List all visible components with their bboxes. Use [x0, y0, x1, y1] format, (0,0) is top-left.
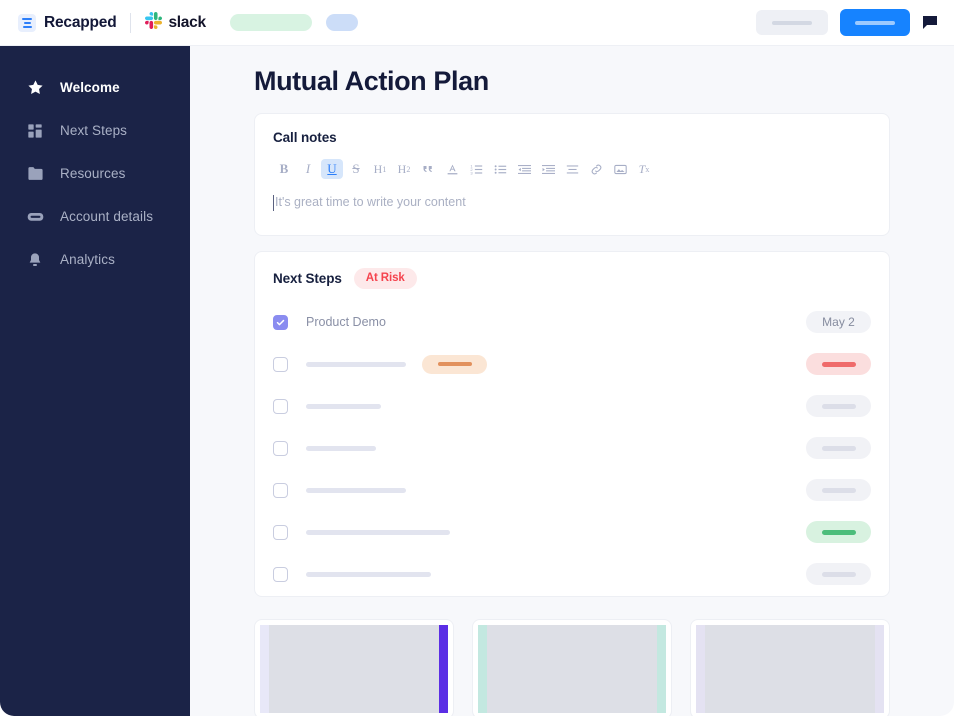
top-bar: Recapped slack: [0, 0, 954, 46]
sidebar-item-label: Analytics: [60, 252, 115, 267]
next-steps-header: Next Steps At Risk: [273, 268, 871, 289]
next-steps-card: Next Steps At Risk Product Demo May 2: [254, 251, 890, 597]
row-placeholder-bar: [306, 403, 381, 409]
table-row[interactable]: [273, 343, 871, 385]
row-status-pill[interactable]: [806, 479, 871, 501]
preview-tile-1[interactable]: [254, 619, 454, 716]
sidebar-item-resources[interactable]: Resources: [0, 152, 190, 195]
align-icon[interactable]: [561, 159, 583, 179]
preview-tiles: [254, 619, 890, 716]
grid-icon: [26, 122, 44, 140]
row-checkbox[interactable]: [273, 524, 288, 540]
sidebar-item-label: Next Steps: [60, 123, 128, 138]
row-placeholder-bar: [306, 487, 406, 493]
link-icon[interactable]: [585, 159, 607, 179]
chat-bubble-icon[interactable]: [922, 15, 938, 31]
row-checkbox[interactable]: [273, 482, 288, 498]
call-notes-title: Call notes: [273, 130, 337, 145]
sidebar-item-welcome[interactable]: Welcome: [0, 66, 190, 109]
outdent-icon[interactable]: [513, 159, 535, 179]
underline-button[interactable]: U: [321, 159, 343, 179]
status-badge: At Risk: [353, 268, 417, 289]
sidebar-item-label: Account details: [60, 209, 154, 224]
brand-name: Recapped: [44, 13, 117, 31]
recapped-logo-icon: [18, 13, 36, 32]
table-row[interactable]: [273, 511, 871, 553]
placeholder-pill-green: [229, 14, 312, 31]
row-status-pill[interactable]: [806, 353, 871, 375]
top-bar-actions: [756, 9, 938, 36]
sidebar-item-account-details[interactable]: Account details: [0, 195, 190, 238]
clear-formatting-icon[interactable]: Tx: [633, 159, 655, 179]
sidebar-item-label: Welcome: [60, 80, 120, 95]
image-icon[interactable]: [609, 159, 631, 179]
primary-button[interactable]: [840, 9, 910, 36]
row-placeholder-bar: [306, 361, 406, 367]
star-icon: [26, 79, 44, 97]
folder-icon: [26, 165, 44, 183]
page-title: Mutual Action Plan: [254, 66, 489, 96]
sidebar-item-next-steps[interactable]: Next Steps: [0, 109, 190, 152]
row-checkbox[interactable]: [273, 566, 288, 582]
slack-logo-icon: [145, 11, 163, 34]
row-chip: [422, 354, 487, 374]
bullet-list-icon[interactable]: [489, 159, 511, 179]
row-checkbox[interactable]: [273, 356, 288, 372]
sidebar: Welcome Next Steps Resources Account det…: [0, 46, 190, 716]
preview-tile-3[interactable]: [690, 619, 890, 716]
strikethrough-button[interactable]: S: [345, 159, 367, 179]
call-notes-card: Call notes B I U S H1 H2 123 T x It's gr…: [254, 113, 890, 236]
row-status-pill[interactable]: [806, 395, 871, 417]
blockquote-icon[interactable]: [417, 159, 439, 179]
editor-toolbar: B I U S H1 H2 123 T x: [273, 159, 871, 179]
table-row[interactable]: Product Demo May 2: [273, 301, 871, 343]
table-row[interactable]: [273, 427, 871, 469]
svg-text:3: 3: [470, 170, 473, 175]
bold-button[interactable]: B: [273, 159, 295, 179]
row-checkbox[interactable]: [273, 398, 288, 414]
text-color-icon[interactable]: [441, 159, 463, 179]
row-checkbox[interactable]: [273, 314, 288, 330]
slack-brand: slack: [145, 11, 206, 34]
table-row[interactable]: [273, 553, 871, 595]
heading-1-button[interactable]: H1: [369, 159, 391, 179]
row-date-pill[interactable]: May 2: [806, 311, 871, 333]
row-status-pill[interactable]: [806, 437, 871, 459]
secondary-button[interactable]: [756, 10, 828, 35]
preview-tile-2[interactable]: [472, 619, 672, 716]
slack-name: slack: [168, 13, 206, 31]
main-content: Mutual Action Plan Call notes B I U S H1…: [190, 46, 954, 716]
table-row[interactable]: [273, 385, 871, 427]
heading-2-button[interactable]: H2: [393, 159, 415, 179]
row-placeholder-bar: [306, 571, 431, 577]
table-row[interactable]: [273, 469, 871, 511]
ordered-list-icon[interactable]: 123: [465, 159, 487, 179]
next-steps-title: Next Steps: [273, 271, 342, 286]
bell-icon: [26, 251, 44, 269]
indent-icon[interactable]: [537, 159, 559, 179]
row-status-pill[interactable]: [806, 563, 871, 585]
row-status-pill[interactable]: [806, 521, 871, 543]
row-checkbox[interactable]: [273, 440, 288, 456]
wallet-icon: [26, 208, 44, 226]
sidebar-item-analytics[interactable]: Analytics: [0, 238, 190, 281]
app-window: Recapped slack Welcome Next Steps Resour…: [0, 0, 954, 716]
brand-divider: [130, 12, 132, 33]
placeholder-pill-blue: [325, 14, 358, 31]
row-placeholder-bar: [306, 529, 450, 535]
sidebar-item-label: Resources: [60, 166, 126, 181]
italic-button[interactable]: I: [297, 159, 319, 179]
row-placeholder-bar: [306, 445, 376, 451]
call-notes-editor[interactable]: It's great time to write your content: [273, 195, 871, 211]
row-label: Product Demo: [306, 315, 386, 329]
recapped-brand[interactable]: Recapped: [18, 13, 117, 32]
